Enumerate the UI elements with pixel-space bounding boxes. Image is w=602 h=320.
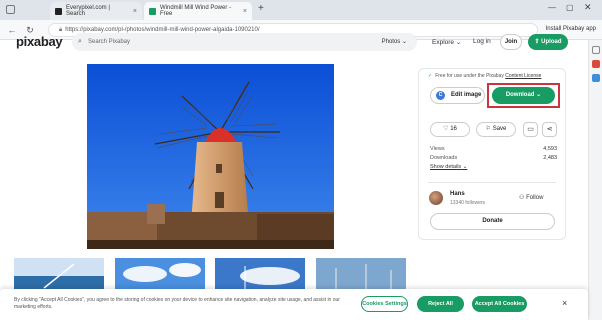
views-label: Views <box>430 146 445 152</box>
lock-icon: 🔒︎ <box>59 27 63 33</box>
views-value: 4,593 <box>543 146 557 152</box>
upload-button[interactable]: ⇧ Upload <box>528 34 568 50</box>
close-tab-icon[interactable]: × <box>133 8 137 15</box>
save-button[interactable]: ⚐ Save <box>476 122 516 137</box>
new-tab-button[interactable]: + <box>258 3 264 14</box>
download-button[interactable]: Download ⌄ <box>492 87 555 104</box>
checkmark-icon: ✓ <box>428 73 433 79</box>
cookies-settings-button[interactable]: Cookies Settings <box>361 296 408 312</box>
download-label: Download <box>505 92 535 98</box>
related-thumbnail[interactable] <box>316 258 406 290</box>
license-notice: ✓ Free for use under the Pixabay Content … <box>428 73 541 79</box>
everypixel-favicon-icon <box>55 7 62 15</box>
edit-image-button[interactable]: C Edit image <box>430 87 485 104</box>
explore-label: Explore <box>432 39 455 46</box>
avatar[interactable] <box>429 191 443 205</box>
show-details-label: Show details <box>430 164 462 170</box>
browser-tab-bar: Everypixel.com | Search × Windmill Mill … <box>0 0 602 20</box>
media-type-label: Photos <box>381 39 401 45</box>
search-sidebar-icon[interactable] <box>591 46 600 54</box>
downloads-value: 2,483 <box>543 155 557 161</box>
user-followers: 13340 followers <box>450 200 486 206</box>
search-placeholder: Search Pixabay <box>88 39 131 45</box>
follow-label: Follow <box>526 195 544 201</box>
browser-tab-pixabay[interactable]: Windmill Mill Wind Power - Free × <box>144 2 252 20</box>
related-thumbnail[interactable] <box>115 258 205 290</box>
join-button[interactable]: Join <box>500 34 522 50</box>
search-icon: ⌕ <box>78 38 82 45</box>
cookie-text: By clicking "Accept All Cookies", you ag… <box>14 297 340 310</box>
share-icon: ⋖ <box>546 126 553 133</box>
heart-icon: ♡ <box>443 126 449 132</box>
browser-sidebar <box>588 40 602 320</box>
comment-button[interactable]: ▭ <box>523 122 538 137</box>
related-thumbnail[interactable] <box>14 258 104 290</box>
reject-all-button[interactable]: Reject All <box>417 296 464 312</box>
add-user-icon: ⚇ <box>519 195 525 201</box>
close-tab-icon[interactable]: × <box>243 8 247 15</box>
extension-red-icon[interactable] <box>591 60 600 68</box>
main-photo-windmill[interactable] <box>87 64 334 249</box>
close-window-icon[interactable]: ✕ <box>584 2 592 13</box>
downloads-label: Downloads <box>430 155 458 161</box>
related-thumbnail[interactable] <box>215 258 305 290</box>
license-text: Free for use under the Pixabay <box>435 73 504 79</box>
close-icon[interactable]: × <box>562 298 567 308</box>
maximize-icon[interactable]: ▢ <box>566 3 574 12</box>
pixabay-logo[interactable]: pixabay <box>16 34 63 49</box>
donate-button[interactable]: Donate <box>430 213 555 230</box>
media-type-select[interactable]: Photos ⌄ <box>382 33 407 51</box>
extension-blue-icon[interactable] <box>591 74 600 82</box>
window-menu-icon[interactable] <box>6 5 15 14</box>
accept-all-cookies-button[interactable]: Accept All Cookies <box>472 296 527 312</box>
bookmark-icon: ⚐ <box>485 126 492 132</box>
minimize-icon[interactable]: — <box>548 3 556 12</box>
like-count: 16 <box>450 126 457 132</box>
browser-tab-everypixel[interactable]: Everypixel.com | Search × <box>50 2 142 20</box>
share-button[interactable]: ⋖ <box>542 122 557 137</box>
canva-icon: C <box>436 91 445 100</box>
login-link[interactable]: Log in <box>473 38 491 45</box>
user-name[interactable]: Hans <box>450 191 465 197</box>
save-label: Save <box>492 126 507 132</box>
explore-menu[interactable]: Explore ⌄ <box>432 38 461 46</box>
chevron-down-icon: ⌄ <box>536 92 542 98</box>
follow-button[interactable]: ⚇ Follow <box>519 194 543 201</box>
like-button[interactable]: ♡ 16 <box>430 122 470 137</box>
comment-icon: ▭ <box>527 126 534 133</box>
pixabay-favicon-icon <box>149 7 156 15</box>
show-details-link[interactable]: Show details ⌄ <box>430 164 467 170</box>
upload-label: Upload <box>541 39 562 45</box>
tab-title: Everypixel.com | Search <box>66 5 110 17</box>
content-license-link[interactable]: Content License <box>505 73 541 79</box>
tab-title: Windmill Mill Wind Power - Free <box>160 5 232 17</box>
search-input[interactable]: ⌕ Search Pixabay Photos ⌄ <box>72 33 417 51</box>
panel-divider <box>428 182 556 183</box>
edit-image-label: Edit image <box>451 92 482 98</box>
